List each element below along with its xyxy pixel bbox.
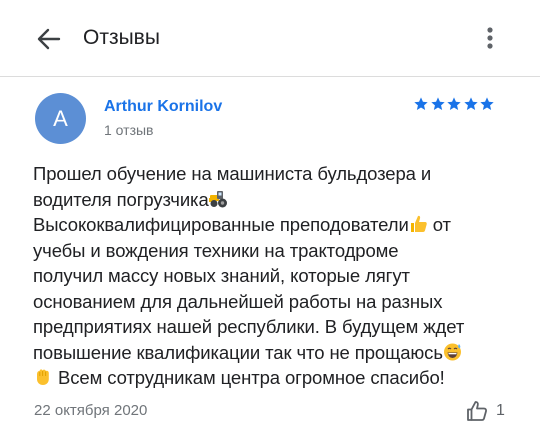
arrow-left-icon[interactable] (34, 24, 64, 54)
star-icon (463, 97, 478, 110)
star-rating (413, 96, 496, 118)
review-line-tail: от (427, 214, 451, 235)
more-vert-icon[interactable] (478, 22, 502, 54)
review-line-text: водителя погрузчика (33, 188, 209, 210)
thumbs-up-emoji (410, 215, 427, 232)
review-date: 22 октября 2020 (34, 402, 148, 419)
review-text: Прошел обучение на машиниста бульдозера … (33, 161, 508, 391)
raised-fist-emoji (37, 369, 49, 385)
star-icon (447, 97, 461, 110)
review-line: предприятиях нашей республики. В будущем… (33, 316, 465, 337)
review-line-text: Высококвалифицированные преподователи (33, 214, 409, 235)
review-line: повышение квалификации так что не прощаю… (33, 340, 508, 366)
star-icon (480, 97, 494, 110)
review-line: Прошел обучение на машиниста бульдозера … (33, 163, 432, 184)
review-line: учебы и вождения техники на трактодроме (33, 239, 399, 261)
review-line: основанием для дальнейшей работы на разн… (33, 290, 443, 312)
review-line: водителя погрузчика (33, 187, 508, 213)
review-line-text: повышение квалификации так что не прощаю… (33, 341, 443, 363)
thumb-up-outline-icon[interactable] (466, 400, 488, 422)
avatar[interactable]: A (35, 93, 86, 144)
review-line: Всем сотрудникам центра огромное спасибо… (33, 365, 508, 391)
review-line: получил массу новых знаний, которые лягу… (33, 265, 410, 286)
page-title: Отзывы (83, 26, 160, 49)
like-count: 1 (496, 402, 505, 419)
like-button[interactable]: 1 (466, 400, 505, 422)
star-icon (414, 97, 428, 110)
star-icon (430, 97, 445, 110)
header-divider (0, 76, 540, 77)
tractor-emoji (208, 190, 227, 207)
grinning-sweat-emoji (443, 343, 461, 360)
author-name[interactable]: Arthur Kornilov (104, 97, 222, 117)
top-app-bar: Отзывы (0, 0, 540, 76)
review-line: Высококвалифицированные преподователи от (33, 212, 508, 238)
review-line-text: Всем сотрудникам центра огромное спасибо… (58, 367, 445, 388)
author-review-count: 1 отзыв (104, 122, 154, 138)
